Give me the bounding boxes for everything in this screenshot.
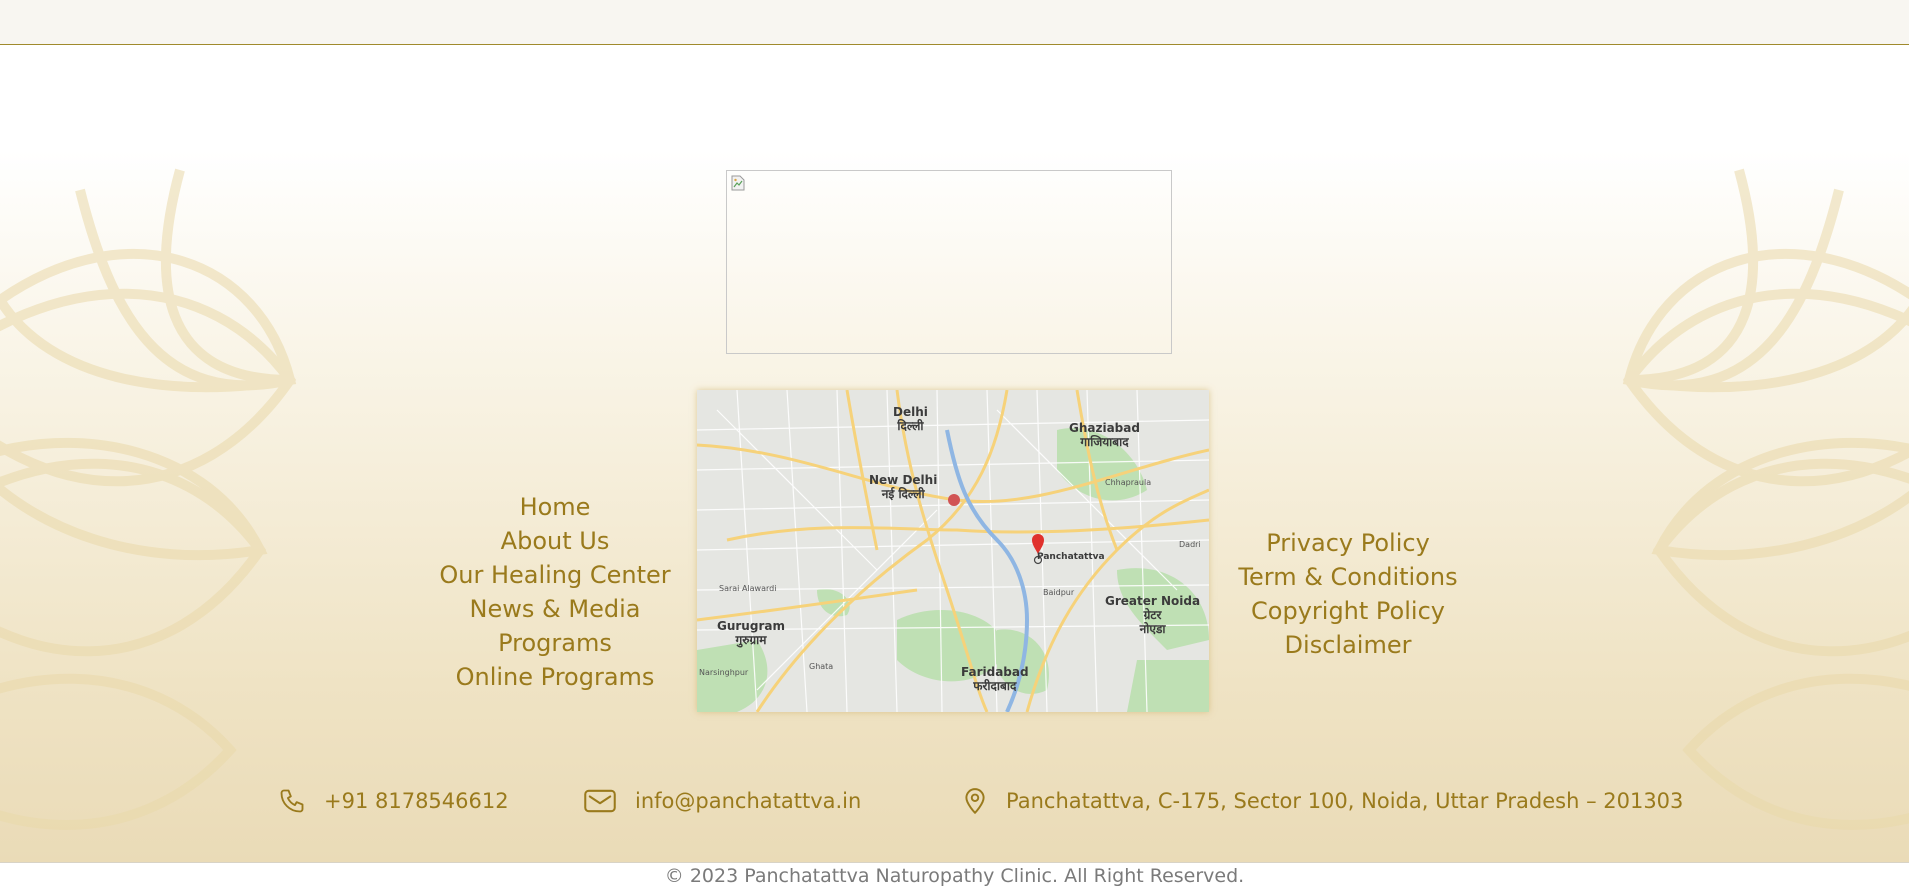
footer-link-disclaimer[interactable]: Disclaimer [1208,628,1488,662]
contact-phone[interactable]: +91 8178546612 [278,784,509,818]
footer-link-news-media[interactable]: News & Media [425,592,685,626]
footer-link-terms-conditions[interactable]: Term & Conditions [1208,560,1488,594]
location-map[interactable]: Delhi दिल्ली Ghaziabad गाजियाबाद New Delhi… [697,390,1209,712]
map-label-ghaziabad: Ghaziabad गाजियाबाद [1069,421,1140,449]
top-header-bar [0,0,1909,45]
footer-link-healing-center[interactable]: Our Healing Center [425,558,685,592]
map-label-delhi: Delhi दिल्ली [893,405,928,433]
footer-nav-main: Home About Us Our Healing Center News & … [425,490,685,694]
contact-phone-text[interactable]: +91 8178546612 [324,789,509,813]
footer-link-about-us[interactable]: About Us [425,524,685,558]
map-label-sarai-alawardi: Sarai Alawardi [719,584,777,593]
contact-email-text[interactable]: info@panchatattva.in [635,789,861,813]
map-label-narsinghpur: Narsinghpur [699,668,749,677]
contact-address[interactable]: Panchatattva, C-175, Sector 100, Noida, … [962,784,1683,818]
footer-nav-policies: Privacy Policy Term & Conditions Copyrig… [1208,526,1488,662]
contact-email[interactable]: info@panchatattva.in [583,784,861,818]
map-label-panchatattva: Panchatattva [1037,552,1105,562]
map-label-new-delhi: New Delhi नई दिल्ली [869,473,938,501]
broken-image-icon [731,175,745,191]
footer-link-home[interactable]: Home [425,490,685,524]
location-pin-icon [965,788,985,814]
footer-link-privacy-policy[interactable]: Privacy Policy [1208,526,1488,560]
map-label-baidpur: Baidpur [1043,588,1075,597]
lotus-decoration-right-icon [1622,168,1909,830]
footer-link-programs[interactable]: Programs [425,626,685,660]
map-label-chhapraula: Chhapraula [1105,478,1152,487]
lotus-decoration-left-icon [0,168,297,830]
clinic-logo-image [726,170,1172,354]
mail-icon [584,789,616,813]
footer-link-copyright-policy[interactable]: Copyright Policy [1208,594,1488,628]
map-label-ghata: Ghata [809,662,834,671]
footer-link-online-programs[interactable]: Online Programs [425,660,685,694]
map-label-gurugram: Gurugram गुरुग्राम [717,619,785,647]
copyright-bar: © 2023 Panchatattva Naturopathy Clinic. … [0,862,1909,890]
map-label-faridabad: Faridabad फरीदाबाद [961,665,1029,693]
phone-icon [280,789,304,813]
contact-address-text: Panchatattva, C-175, Sector 100, Noida, … [1006,789,1684,813]
map-label-greater-noida: Greater Noida ग्रेटर नोएडा [1105,594,1201,636]
copyright-text: © 2023 Panchatattva Naturopathy Clinic. … [664,865,1245,887]
map-label-dadri: Dadri [1179,540,1201,549]
